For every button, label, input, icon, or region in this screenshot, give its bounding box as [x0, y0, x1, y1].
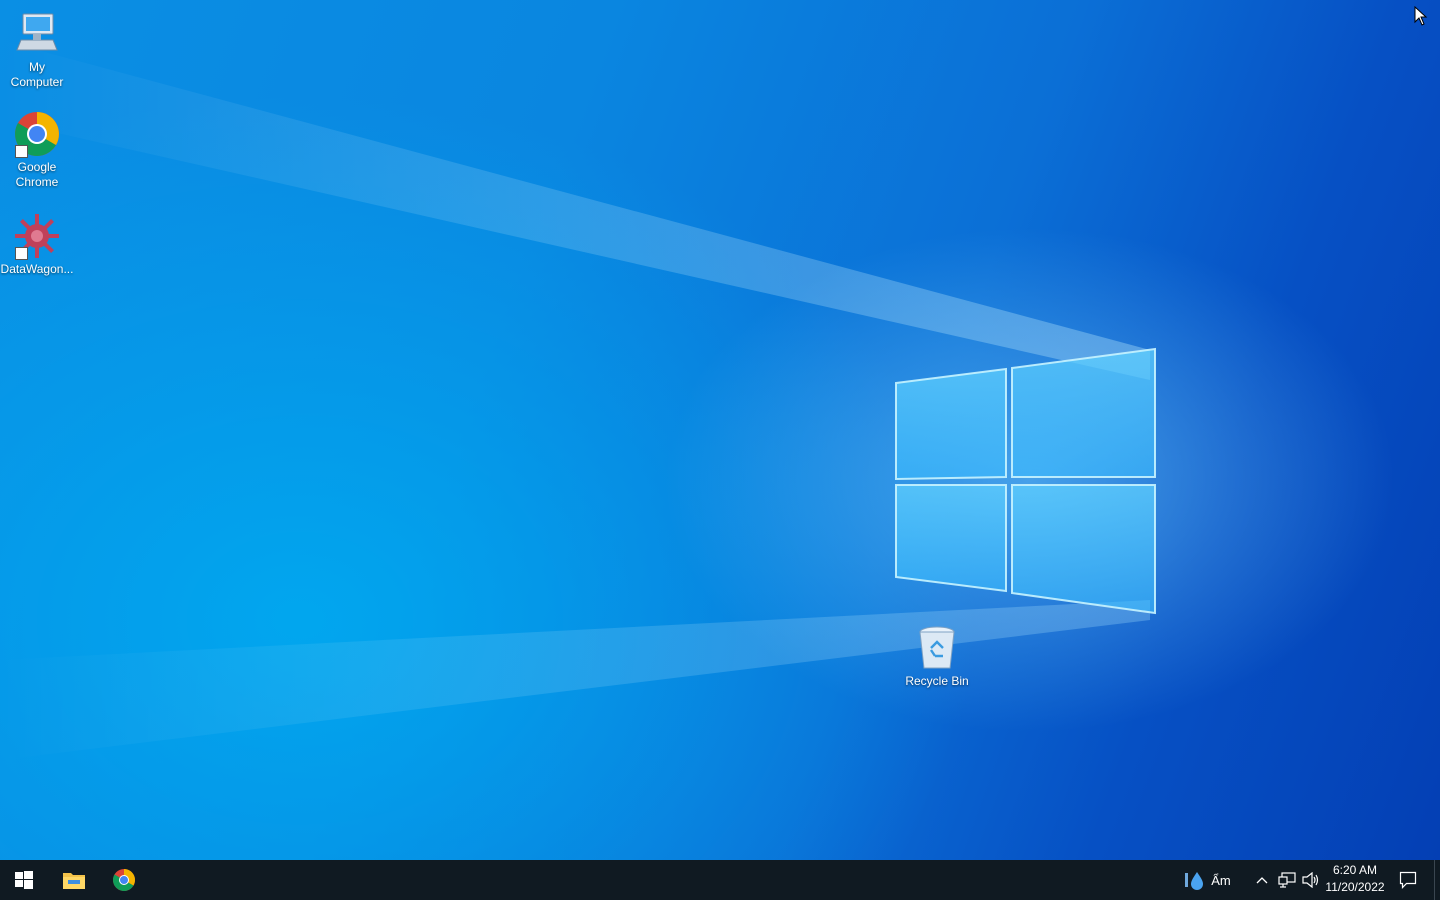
desktop-icon-label: DataWagon...: [0, 262, 74, 276]
shortcut-arrow-icon: [15, 247, 28, 260]
weather-text: Ẩm: [1211, 872, 1231, 888]
windows-start-icon: [15, 871, 33, 889]
recycle-bin-icon: [913, 624, 961, 672]
folder-icon: [63, 873, 85, 889]
taskbar: Ẩm 6:20 AM 11/20/2022: [0, 860, 1440, 900]
clock[interactable]: 6:20 AM 11/20/2022: [1322, 862, 1388, 898]
desktop: My Computer Google Chrome DataWagon... R…: [0, 0, 1440, 860]
desktop-icon-recycle-bin[interactable]: Recycle Bin: [900, 624, 974, 689]
chevron-up-icon: [1256, 877, 1268, 884]
chrome-icon: [113, 869, 135, 891]
windows-logo-wallpaper: [895, 347, 1156, 615]
network-button[interactable]: [1276, 860, 1298, 900]
show-hidden-icons-button[interactable]: [1252, 860, 1272, 900]
start-button[interactable]: [0, 860, 48, 900]
mouse-cursor-icon: [1414, 6, 1428, 26]
weather-rain-icon: [1185, 872, 1204, 890]
show-desktop-button[interactable]: [1434, 860, 1440, 900]
desktop-icon-google-chrome[interactable]: Google Chrome: [0, 110, 74, 190]
notification-icon: [1399, 871, 1417, 889]
wallpaper-light-beams: [0, 40, 1150, 760]
shortcut-arrow-icon: [15, 145, 28, 158]
volume-icon: [1302, 872, 1319, 888]
desktop-icon-my-computer[interactable]: My Computer: [0, 10, 74, 90]
taskbar-google-chrome[interactable]: [100, 860, 148, 900]
action-center-button[interactable]: [1392, 860, 1424, 900]
chrome-icon: [13, 110, 61, 158]
computer-icon: [13, 10, 61, 58]
desktop-icon-label: Recycle Bin: [905, 674, 969, 688]
clock-date: 11/20/2022: [1325, 880, 1385, 894]
desktop-icon-label: Google Chrome: [15, 160, 59, 189]
weather-widget[interactable]: Ẩm: [1176, 860, 1238, 900]
datawagon-icon: [13, 212, 61, 260]
desktop-icon-datawagon[interactable]: DataWagon...: [0, 212, 74, 277]
volume-button[interactable]: [1300, 860, 1322, 900]
network-icon: [1278, 872, 1296, 888]
desktop-icon-label: My Computer: [10, 60, 64, 89]
clock-time: 6:20 AM: [1332, 863, 1378, 877]
taskbar-file-explorer[interactable]: [50, 860, 98, 900]
